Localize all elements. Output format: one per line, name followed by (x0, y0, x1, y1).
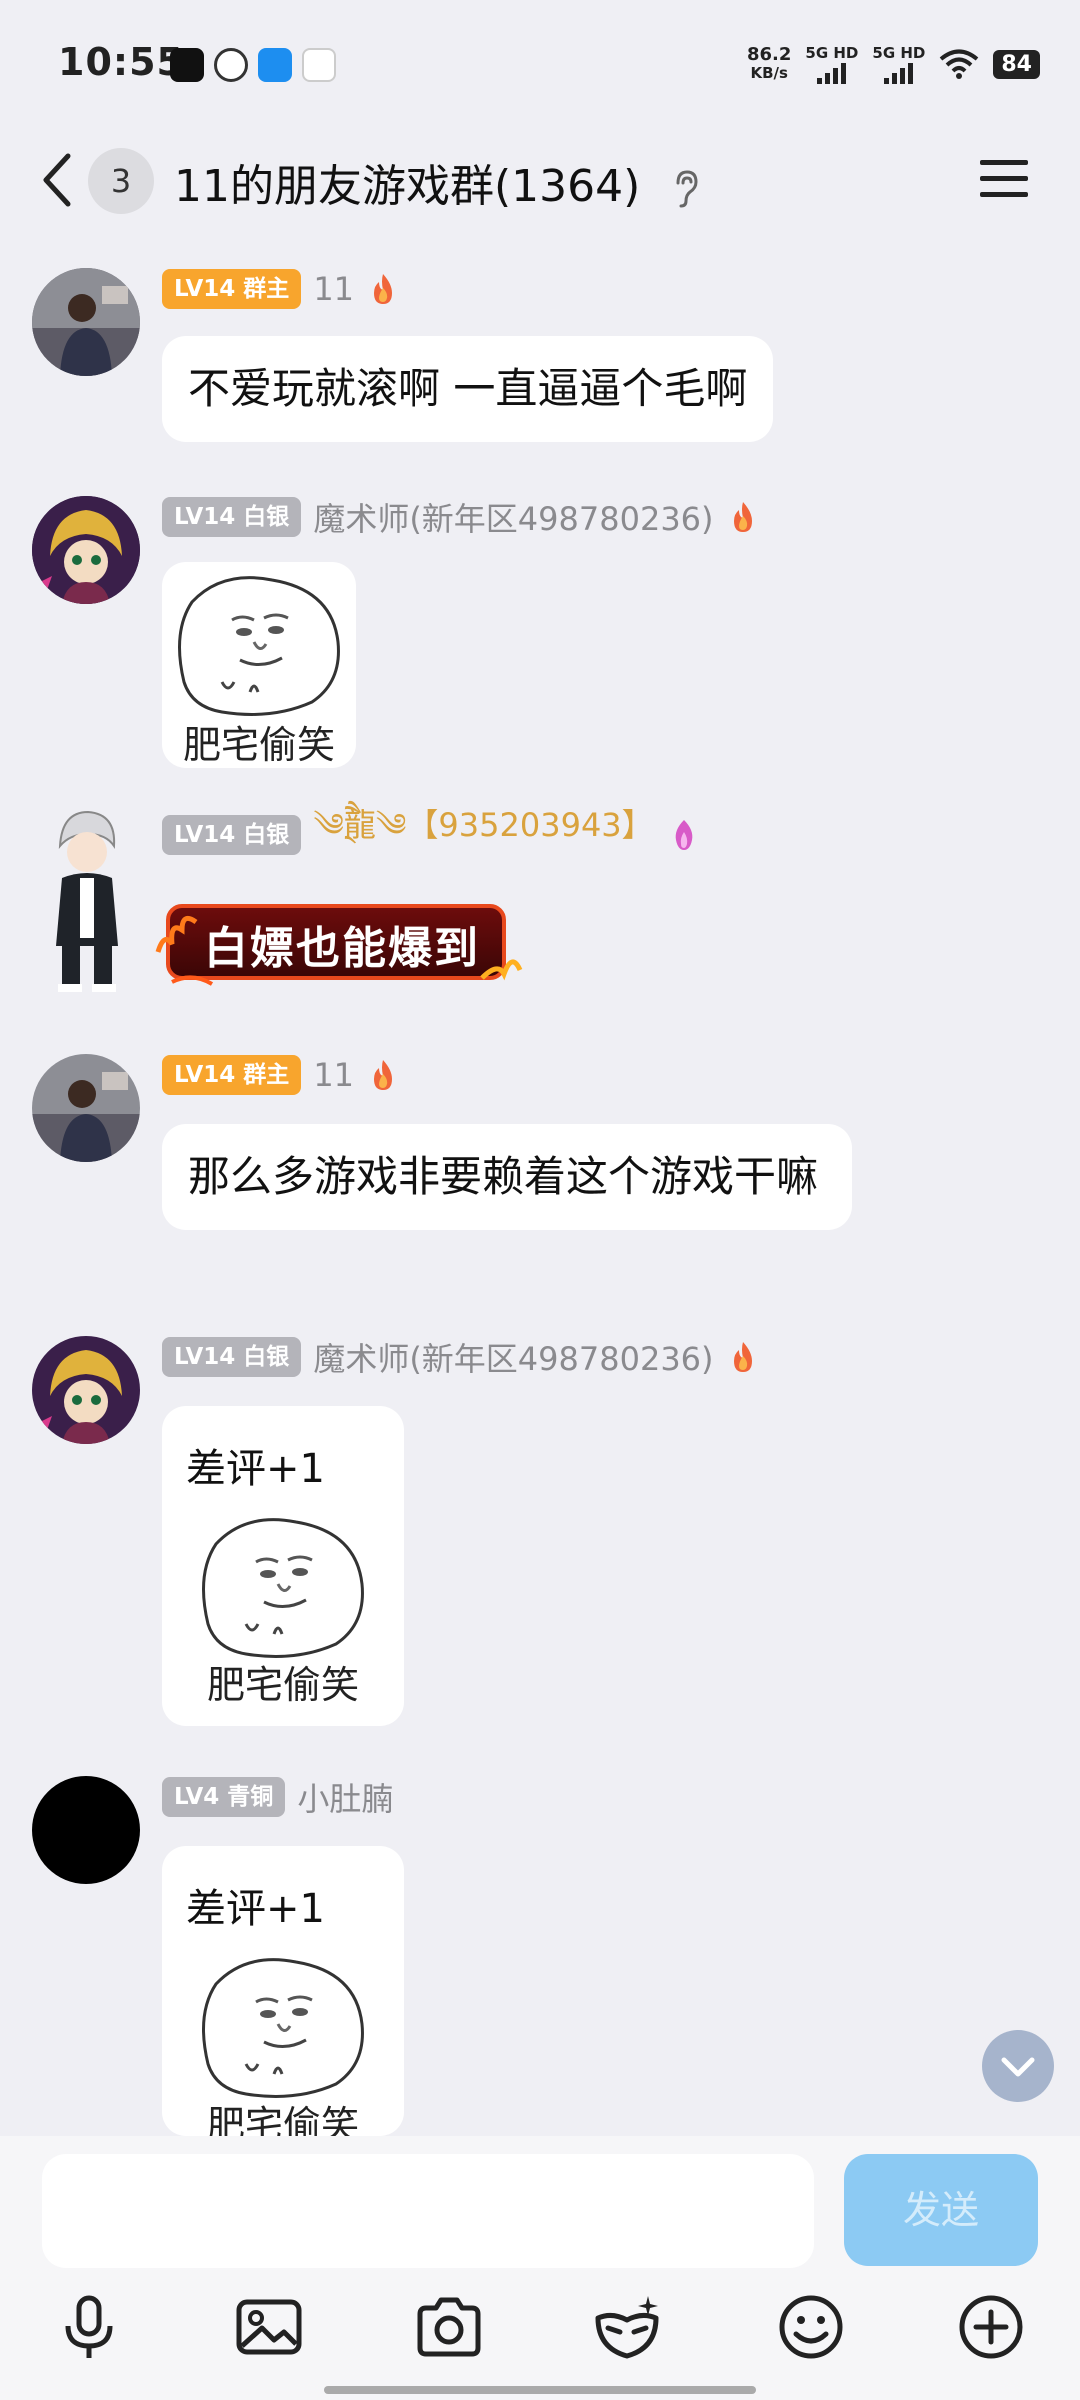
group-title-text: 11的朋友游戏群(1364) (174, 161, 641, 212)
sender-name[interactable]: 魔术师(新年区498780236) (313, 494, 713, 540)
chubby-smirk-sticker (202, 1958, 364, 2098)
unread-count-badge[interactable]: 3 (88, 148, 154, 214)
avatar[interactable] (32, 806, 140, 996)
wifi-icon (940, 49, 979, 79)
earpiece-mode-icon (676, 170, 698, 208)
sim1-label: 5G HD (805, 44, 859, 62)
sticker-image: 肥宅偷笑 (162, 1504, 404, 1709)
microphone-icon[interactable] (54, 2292, 124, 2362)
composer: 发送 (0, 2136, 1080, 2400)
chubby-smirk-sticker (178, 576, 340, 716)
notification-icons (170, 48, 336, 82)
sender-name[interactable]: 魔术师(新年区498780236) (313, 1334, 713, 1380)
sender-name[interactable]: 11 (313, 1056, 354, 1094)
flame-icon (374, 1060, 393, 1090)
message-meta: LV14 白银 魔术师(新年区498780236) (162, 1336, 758, 1378)
battery-indicator: 84 (993, 49, 1040, 79)
avatar-image (56, 810, 118, 992)
plus-icon[interactable] (956, 2292, 1026, 2362)
signal-sim1: 5G HD (805, 44, 858, 84)
app-notification-icon (214, 48, 248, 82)
effect-text: 白嫖也能爆到 (204, 923, 480, 974)
home-indicator[interactable] (324, 2386, 756, 2394)
message-input[interactable] (42, 2154, 814, 2268)
sticker-image: 肥宅偷笑 (162, 562, 356, 768)
sticker-message[interactable]: 肥宅偷笑 (162, 562, 356, 768)
chat-header: 3 11的朋友游戏群(1364) (0, 130, 1080, 240)
level-badge: LV14 群主 (162, 1055, 302, 1095)
avatar[interactable] (32, 1776, 140, 1884)
avatar[interactable] (32, 1054, 140, 1162)
message-text: 差评+1 (186, 1886, 325, 1932)
send-button[interactable]: 发送 (844, 2154, 1038, 2266)
effect-message-bubble[interactable]: 白嫖也能爆到 (152, 892, 524, 992)
chubby-smirk-sticker (202, 1518, 364, 1658)
composer-toolbar (0, 2292, 1080, 2372)
avatar[interactable] (32, 268, 140, 376)
avatar[interactable] (32, 1336, 140, 1444)
signal-bars-icon (817, 62, 847, 84)
sender-name[interactable]: 小肚腩 (297, 1774, 393, 1820)
signal-sim2: 5G HD (872, 44, 925, 84)
flame-icon (733, 1342, 752, 1372)
sender-name[interactable]: 11 (313, 270, 354, 308)
message-bubble[interactable]: 不爱玩就滚啊 一直逼逼个毛啊 (162, 336, 774, 442)
level-badge: LV14 群主 (162, 269, 302, 309)
avatar-image (32, 1336, 140, 1444)
sticker-message[interactable]: 差评+1 肥宅偷笑 (162, 1846, 404, 2136)
sim2-label: 5G HD (872, 44, 926, 62)
level-badge: LV14 白银 (162, 1337, 302, 1377)
sticker-caption: 肥宅偷笑 (182, 723, 335, 767)
chevron-down-icon (1001, 2057, 1035, 2077)
message-meta: LV4 青铜 小肚腩 (162, 1776, 393, 1818)
level-badge: LV4 青铜 (162, 1777, 286, 1817)
sticker-message[interactable]: 差评+1 肥宅偷笑 (162, 1406, 404, 1726)
message-bubble[interactable]: 那么多游戏非要赖着这个游戏干嘛 (162, 1124, 852, 1230)
message-meta: LV14 群主 11 (162, 268, 398, 310)
back-arrow-icon[interactable] (36, 148, 76, 212)
image-icon[interactable] (234, 2292, 304, 2362)
message-meta: LV14 群主 11 (162, 1054, 398, 1096)
sticker-image: 肥宅偷笑 (162, 1944, 404, 2136)
avatar-image (32, 268, 140, 376)
avatar[interactable] (32, 496, 140, 604)
level-badge: LV14 白银 (162, 497, 302, 537)
message-meta: LV14 白银 魔术师(新年区498780236) (162, 496, 758, 538)
message-text: 不爱玩就滚啊 一直逼逼个毛啊 (188, 364, 748, 413)
scroll-to-bottom-button[interactable] (982, 2030, 1054, 2102)
network-speed: 86.2 KB/s (747, 45, 791, 83)
menu-icon[interactable] (978, 152, 1030, 204)
network-speed-unit: KB/s (750, 64, 788, 82)
avatar-image (32, 496, 140, 604)
flame-icon (733, 502, 752, 532)
sender-name[interactable]: ༄྄ཻ龍༄【935203943】 (313, 790, 653, 880)
app-notification-icon (170, 48, 204, 82)
face-mask-icon[interactable] (592, 2292, 662, 2362)
lotus-flame-icon (675, 820, 693, 850)
flame-icon (374, 274, 393, 304)
app-notification-icon (258, 48, 292, 82)
signal-bars-icon (884, 62, 914, 84)
group-title[interactable]: 11的朋友游戏群(1364) (174, 150, 700, 214)
message-text: 差评+1 (186, 1446, 325, 1492)
emoji-icon[interactable] (776, 2292, 846, 2362)
app-notification-icon (302, 48, 336, 82)
message-meta: LV14 白银 ༄྄ཻ龍༄【935203943】 (162, 806, 700, 856)
network-speed-value: 86.2 (746, 44, 792, 65)
camera-icon[interactable] (414, 2292, 484, 2362)
clock: 10:55 (58, 40, 184, 84)
message-text: 那么多游戏非要赖着这个游戏干嘛 (188, 1152, 819, 1201)
status-bar: 10:55 86.2 KB/s 5G HD 5G HD 84 (0, 0, 1080, 130)
avatar-image (32, 1054, 140, 1162)
level-badge: LV14 白银 (162, 815, 302, 855)
